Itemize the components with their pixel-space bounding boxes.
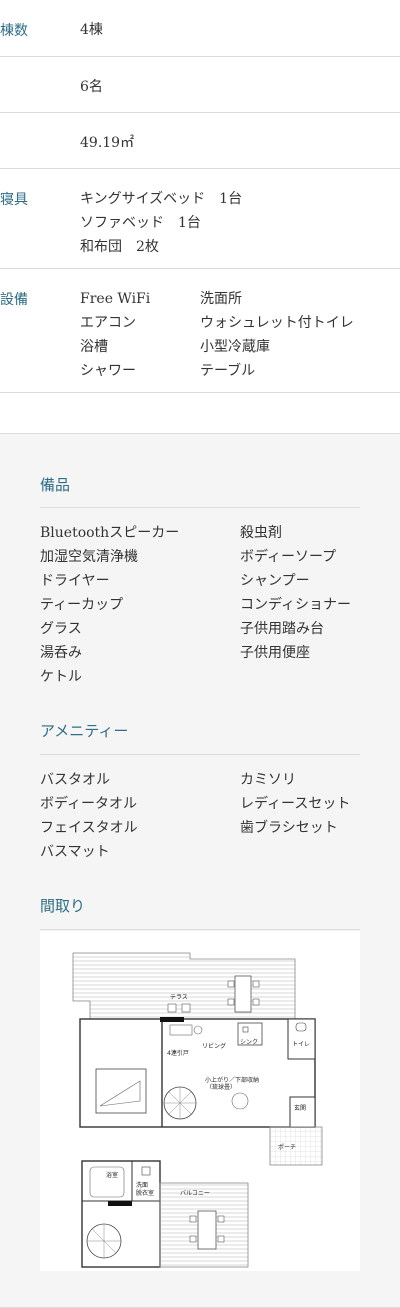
equipment-item: ドライヤー — [40, 573, 110, 589]
equipment-item: 殺虫剤 — [240, 525, 282, 541]
equipment-divider — [40, 507, 360, 508]
amenity-item: バスマット — [40, 844, 110, 860]
equipment-list: Bluetoothスピーカー 加湿空気清浄機 ドライヤー ティーカップ グラス … — [40, 521, 360, 689]
label-sliding: 4連引戸 — [167, 1049, 189, 1057]
equipment-item: コンディショナー — [240, 597, 352, 613]
facility-item: テーブル — [200, 363, 256, 379]
floorplan-title: 間取り — [40, 897, 86, 915]
amenity-item: ボディータオル — [40, 796, 138, 812]
bedding-item: キングサイズベッド 1台 — [80, 191, 243, 207]
facility-item: 洗面所 — [200, 291, 242, 307]
spec-value-capacity: 6名 — [80, 79, 103, 95]
amenity-item: バスタオル — [40, 772, 110, 788]
label-washroom: 洗面 — [136, 1181, 148, 1189]
equipment-item: ボディーソープ — [240, 549, 337, 565]
spec-row-area: 49.19㎡ — [0, 113, 400, 169]
spec-label-bedding: 寝具 — [0, 192, 28, 208]
amenity-item: 歯ブラシセット — [240, 820, 338, 836]
spec-row-empty — [0, 393, 400, 433]
equipment-item: シャンプー — [240, 573, 310, 589]
spec-value-area: 49.19㎡ — [80, 135, 135, 151]
label-sink: シンク — [240, 1039, 258, 1046]
label-entrance: 玄関 — [294, 1104, 306, 1112]
label-raised: 小上がり／下部収納 — [205, 1076, 259, 1084]
floorplan-drawing: テラス リビング 4連引戸 シンク トイレ 小上がり／下部収納 （琉球畳） 玄関… — [72, 952, 323, 1268]
bedding-item: 和布団 2枚 — [80, 239, 159, 255]
bedding-item: ソファベッド 1台 — [80, 215, 201, 231]
equipment-title: 備品 — [40, 476, 71, 494]
spec-label-area — [0, 113, 80, 168]
equipment-item: 子供用踏み台 — [240, 621, 324, 637]
spec-value-buildings: 4棟 — [80, 22, 103, 38]
terrace-table — [234, 975, 252, 1013]
equipment-item: グラス — [40, 621, 82, 637]
label-balcony: バルコニー — [180, 1190, 210, 1197]
label-terrace: テラス — [170, 994, 188, 1001]
spec-label-capacity — [0, 57, 80, 112]
facility-item: ウォシュレット付トイレ — [200, 315, 354, 331]
facility-item: Free WiFi — [80, 291, 151, 307]
equipment-item: 加湿空気清浄機 — [40, 549, 138, 565]
facility-item: 浴槽 — [80, 339, 108, 355]
spec-row-buildings: 棟数 4棟 — [0, 0, 400, 57]
amenity-list: バスタオル ボディータオル フェイスタオル バスマット カミソリ レディースセッ… — [40, 768, 360, 864]
equipment-item: 湯呑み — [40, 645, 82, 661]
amenity-item: レディースセット — [240, 796, 351, 812]
label-raised-sub: （琉球畳） — [206, 1083, 236, 1091]
spec-table: 棟数 4棟 6名 49.19㎡ 寝具 キングサイズベッド 1台 ソファベッド 1… — [0, 0, 400, 433]
label-living: リビング — [202, 1042, 226, 1050]
amenity-title: アメニティー — [40, 722, 129, 740]
amenity-item: カミソリ — [240, 772, 296, 788]
label-bath: 浴室 — [106, 1171, 118, 1179]
spec-row-bedding: 寝具 キングサイズベッド 1台 ソファベッド 1台 和布団 2枚 — [0, 169, 400, 269]
equipment-item: ケトル — [40, 669, 82, 685]
floorplan-image: テラス リビング 4連引戸 シンク トイレ 小上がり／下部収納 （琉球畳） 玄関… — [40, 931, 360, 1271]
details-panel: 備品 Bluetoothスピーカー 加湿空気清浄機 ドライヤー ティーカップ グ… — [0, 433, 400, 1308]
equipment-item: 子供用便座 — [240, 645, 310, 661]
floorplan-divider — [40, 929, 360, 930]
amenity-divider — [40, 754, 360, 755]
spec-row-facilities: 設備 Free WiFi エアコン 浴槽 シャワー 洗面所 ウォシュレット付トイ… — [0, 269, 400, 393]
spec-row-capacity: 6名 — [0, 57, 400, 113]
equipment-item: ティーカップ — [40, 597, 124, 613]
facility-item: エアコン — [80, 315, 136, 331]
label-porch: ポーチ — [278, 1143, 296, 1151]
equipment-item: Bluetoothスピーカー — [40, 525, 180, 541]
label-dressing: 脱衣室 — [136, 1189, 154, 1197]
amenity-item: フェイスタオル — [40, 820, 138, 836]
label-toilet: トイレ — [292, 1041, 310, 1048]
facility-item: 小型冷蔵庫 — [200, 339, 270, 355]
spec-label-buildings: 棟数 — [0, 23, 28, 39]
facility-item: シャワー — [80, 363, 136, 379]
spec-label-facilities: 設備 — [0, 292, 28, 308]
